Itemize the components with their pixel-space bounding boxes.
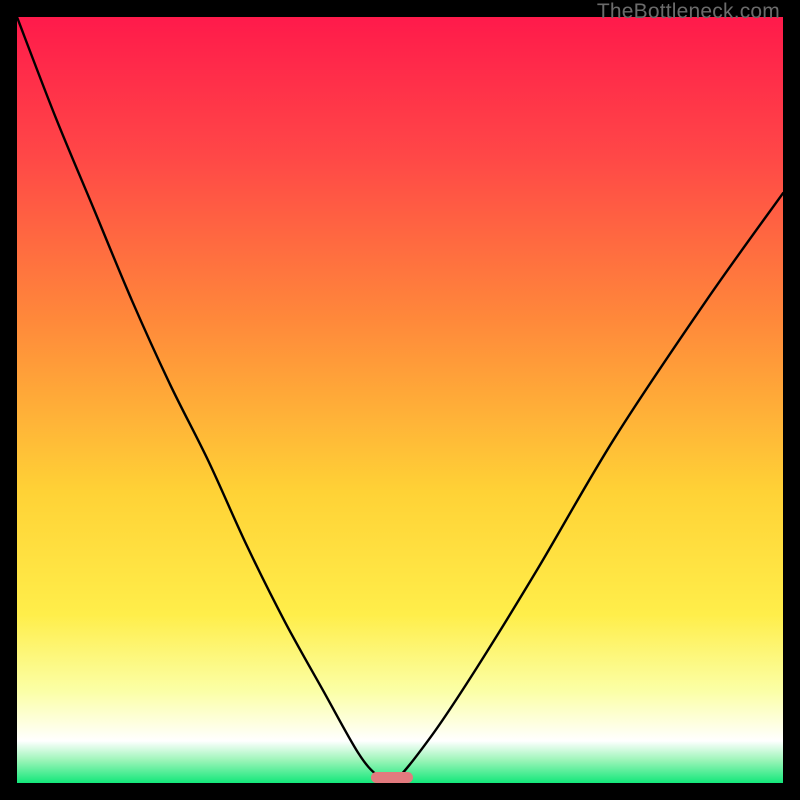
watermark-text: TheBottleneck.com	[597, 0, 780, 24]
bottleneck-curve	[17, 17, 783, 783]
chart-frame	[17, 17, 783, 783]
optimal-marker	[371, 772, 413, 783]
